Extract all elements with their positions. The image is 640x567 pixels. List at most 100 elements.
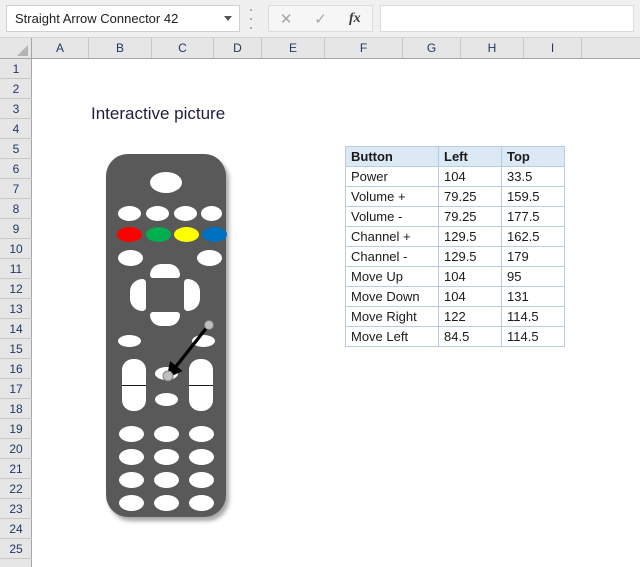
arrow-start-handle[interactable] xyxy=(204,320,214,330)
row-header-4[interactable]: 4 xyxy=(0,119,32,139)
row-header-13[interactable]: 13 xyxy=(0,299,32,319)
column-header-I[interactable]: I xyxy=(524,38,582,58)
row-header-17[interactable]: 17 xyxy=(0,379,32,399)
row-header-9[interactable]: 9 xyxy=(0,219,32,239)
arrow-end-handle[interactable] xyxy=(162,370,174,382)
arrow-line xyxy=(166,325,210,379)
formula-action-buttons: ✕ ✓ fx xyxy=(268,5,373,32)
row-header-column: 1 2 3 4 5 6 7 8 9 10 11 12 13 14 15 16 17 18 19 20 21 22 23 24 2… xyxy=(0,59,32,567)
row-header-22[interactable]: 22 xyxy=(0,479,32,499)
insert-function-icon[interactable]: fx xyxy=(338,6,372,31)
table-body: Power 104 33.5 Volume +79.25 159.5 Volume -79… xyxy=(345,166,565,347)
spreadsheet-grid: ABCDEFGHI 1 2 3 4 5 6 7 8 9 10 11 12 13 14 15 16 17 18 19 2… xyxy=(0,38,640,567)
column-header-C[interactable]: C xyxy=(152,38,214,58)
row-header-24[interactable]: 24 xyxy=(0,519,32,539)
column-header-E[interactable]: E xyxy=(262,38,325,58)
enter-icon[interactable]: ✓ xyxy=(303,6,337,31)
cell-left[interactable]: 79.25 xyxy=(438,186,502,207)
cell-left[interactable]: 104 xyxy=(438,166,502,187)
cell-button[interactable]: Power xyxy=(345,166,439,187)
row-header-7[interactable]: 7 xyxy=(0,179,32,199)
table-row[interactable]: Volume +79.25 159.5 xyxy=(345,186,565,207)
name-box[interactable]: Straight Arrow Connector 42 xyxy=(6,5,240,32)
cell-left[interactable]: 129.5 xyxy=(438,226,502,247)
sheet-canvas[interactable]: Interactive picture Button Left Top Powe… xyxy=(33,59,640,567)
row-header-2[interactable]: 2 xyxy=(0,79,32,99)
row-header-10[interactable]: 10 xyxy=(0,239,32,259)
table-header-top: Top xyxy=(501,146,565,167)
cell-left[interactable]: 79.25 xyxy=(438,206,502,227)
cell-top[interactable]: 177.5 xyxy=(501,206,565,227)
row-header-6[interactable]: 6 xyxy=(0,159,32,179)
column-header-row: ABCDEFGHI xyxy=(0,38,640,59)
name-box-value: Straight Arrow Connector 42 xyxy=(15,11,179,26)
row-header-25[interactable]: 25 xyxy=(0,539,32,559)
table-row[interactable]: Move Up 104 95 xyxy=(345,266,565,287)
cell-top[interactable]: 159.5 xyxy=(501,186,565,207)
column-header-D[interactable]: D xyxy=(214,38,262,58)
cell-button[interactable]: Move Up xyxy=(345,266,439,287)
table-header-row: Button Left Top xyxy=(345,146,565,167)
table-row[interactable]: Channel -129.5 179 xyxy=(345,246,565,267)
cell-button[interactable]: Channel - xyxy=(345,246,439,267)
table-header-left: Left xyxy=(438,146,502,167)
select-all-button[interactable] xyxy=(0,38,32,58)
cell-left[interactable]: 104 xyxy=(438,286,502,307)
dot xyxy=(250,9,252,11)
straight-arrow-connector[interactable] xyxy=(106,154,230,522)
cell-button[interactable]: Move Right xyxy=(345,306,439,327)
row-header-5[interactable]: 5 xyxy=(0,139,32,159)
formula-input[interactable] xyxy=(380,5,634,32)
column-header-F[interactable]: F xyxy=(325,38,403,58)
column-header-B[interactable]: B xyxy=(89,38,152,58)
row-header-12[interactable]: 12 xyxy=(0,279,32,299)
cell-button[interactable]: Channel + xyxy=(345,226,439,247)
select-all-triangle-icon xyxy=(17,45,28,56)
row-header-19[interactable]: 19 xyxy=(0,419,32,439)
column-header-H[interactable]: H xyxy=(461,38,524,58)
row-header-21[interactable]: 21 xyxy=(0,459,32,479)
table-row[interactable]: Volume -79.25 177.5 xyxy=(345,206,565,227)
cell-top[interactable]: 162.5 xyxy=(501,226,565,247)
cell-button[interactable]: Move Down xyxy=(345,286,439,307)
cell-top[interactable]: 95 xyxy=(501,266,565,287)
cell-top[interactable]: 114.5 xyxy=(501,326,565,347)
cell-left[interactable]: 122 xyxy=(438,306,502,327)
table-row[interactable]: Move Right 122 114.5 xyxy=(345,306,565,327)
page-title: Interactive picture xyxy=(91,104,226,123)
cell-left[interactable]: 84.5 xyxy=(438,326,502,347)
row-header-1[interactable]: 1 xyxy=(0,59,32,79)
cell-left[interactable]: 104 xyxy=(438,266,502,287)
row-header-23[interactable]: 23 xyxy=(0,499,32,519)
column-header-G[interactable]: G xyxy=(403,38,461,58)
row-header-8[interactable]: 8 xyxy=(0,199,32,219)
table-row[interactable]: Move Left 84.5 114.5 xyxy=(345,326,565,347)
table-row[interactable]: Channel +129.5 162.5 xyxy=(345,226,565,247)
row-header-16[interactable]: 16 xyxy=(0,359,32,379)
row-header-3[interactable]: 3 xyxy=(0,99,32,119)
chevron-down-icon[interactable] xyxy=(217,6,239,31)
button-coordinates-table: Button Left Top Power 104 33.5 Volume +79.2… xyxy=(345,146,565,347)
dot xyxy=(250,27,252,29)
vertical-dots-icon xyxy=(249,9,253,29)
cancel-icon[interactable]: ✕ xyxy=(269,6,303,31)
cell-left[interactable]: 129.5 xyxy=(438,246,502,267)
row-header-11[interactable]: 11 xyxy=(0,259,32,279)
table-row[interactable]: Power 104 33.5 xyxy=(345,166,565,187)
row-header-20[interactable]: 20 xyxy=(0,439,32,459)
column-header-A[interactable]: A xyxy=(32,38,89,58)
cell-top[interactable]: 179 xyxy=(501,246,565,267)
cell-button[interactable]: Volume + xyxy=(345,186,439,207)
cell-top[interactable]: 33.5 xyxy=(501,166,565,187)
cell-top[interactable]: 114.5 xyxy=(501,306,565,327)
cell-button[interactable]: Move Left xyxy=(345,326,439,347)
chevron-down-glyph xyxy=(224,16,232,21)
cell-button[interactable]: Volume - xyxy=(345,206,439,227)
row-header-15[interactable]: 15 xyxy=(0,339,32,359)
table-row[interactable]: Move Down 104 131 xyxy=(345,286,565,307)
cell-top[interactable]: 131 xyxy=(501,286,565,307)
formula-bar: Straight Arrow Connector 42 ✕ ✓ fx xyxy=(0,0,640,38)
remote-control-picture[interactable] xyxy=(106,154,230,522)
row-header-18[interactable]: 18 xyxy=(0,399,32,419)
row-header-14[interactable]: 14 xyxy=(0,319,32,339)
